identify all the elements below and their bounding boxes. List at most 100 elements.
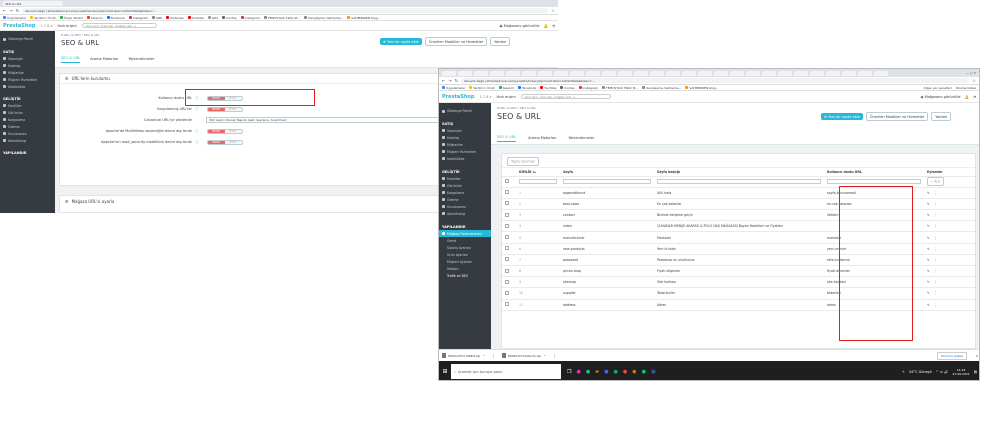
browser-tab[interactable] — [570, 70, 584, 76]
bookmark-item[interactable]: Karşılaşma mahkeme... — [304, 16, 343, 20]
tab-search-engines[interactable]: Arama Motorları — [90, 57, 118, 63]
browser-tab[interactable] — [634, 70, 648, 76]
more-icon[interactable]: ⋮ — [934, 258, 937, 262]
edit-icon[interactable]: ✎ — [927, 280, 930, 284]
avatar[interactable]: ◔ — [973, 95, 976, 99]
mod-security-switch[interactable]: HAYIR EVET — [206, 139, 243, 145]
forward-icon[interactable]: → — [448, 78, 451, 83]
sidebar-item-customers[interactable]: Müşteriler — [439, 141, 491, 148]
chrome-icon[interactable]: ◉ — [632, 369, 636, 375]
select-all-checkbox[interactable] — [505, 179, 509, 184]
bookmark-item[interactable]: instagram — [240, 16, 260, 20]
app-icon[interactable]: ● — [613, 369, 617, 375]
browser-tab[interactable] — [842, 70, 856, 76]
app-icon[interactable]: ● — [623, 369, 627, 375]
tab-redirects[interactable]: Yönlendirmeler — [568, 136, 594, 142]
sidebar-sub-customer-settings[interactable]: Müşteri Ayarları — [439, 258, 491, 265]
browser-tab[interactable] — [602, 70, 616, 76]
sidebar-item-stats[interactable]: İstatistikler — [0, 83, 55, 90]
col-friendly-url[interactable]: Kullanıcı dostu URL — [824, 168, 924, 177]
sidebar-item-advertising[interactable]: Advertising — [439, 210, 491, 217]
bookmark-item[interactable]: Instagram — [128, 16, 148, 20]
filter-id-input[interactable] — [519, 179, 557, 185]
sidebar-item-advertising[interactable]: Advertising — [0, 137, 55, 144]
bookmark-item[interactable]: GBK — [152, 16, 162, 20]
task-view-icon[interactable]: ❐ — [567, 369, 571, 375]
filter-page-input[interactable] — [563, 179, 651, 185]
sidebar-item-payment[interactable]: Ödeme — [439, 196, 491, 203]
browser-tab[interactable] — [762, 70, 776, 76]
star-icon[interactable]: ☆ — [972, 78, 976, 83]
row-checkbox[interactable] — [505, 257, 509, 262]
word-icon[interactable]: ▣ — [651, 369, 656, 375]
sidebar-sub-contact[interactable]: İletişim — [439, 265, 491, 272]
row-checkbox[interactable] — [505, 290, 509, 295]
bookmark-item[interactable]: instagram — [578, 86, 598, 90]
more-icon[interactable]: ⋮ — [934, 291, 937, 295]
left-admin-search[interactable]: ⌕ Ara (örn. ürün adı, müşteri adı...) — [81, 23, 157, 28]
bulk-actions-dropdown[interactable]: Toplu İşlemler — [507, 156, 540, 166]
forward-icon[interactable]: → — [9, 8, 12, 13]
edit-icon[interactable]: ✎ — [927, 258, 930, 262]
back-icon[interactable]: ← — [442, 78, 445, 83]
row-checkbox[interactable] — [505, 268, 509, 273]
bookmark-item[interactable]: TEMUSTAIC TRAC Pr... — [601, 86, 638, 90]
help-button[interactable]: Yardım — [490, 37, 511, 46]
sidebar-sub-general[interactable]: Genel — [439, 237, 491, 244]
more-icon[interactable]: ⋮ — [934, 269, 937, 273]
sidebar-item-orders[interactable]: Siparişler — [439, 127, 491, 134]
sidebar-item-modules[interactable]: Modüller — [0, 102, 55, 109]
view-store-link[interactable]: ◉ Mağazamı görüntüle — [499, 24, 539, 28]
sidebar-item-dashboard[interactable]: Gösterge Paneli — [0, 31, 55, 47]
star-icon[interactable]: ☆ — [551, 8, 555, 13]
browser-tab[interactable] — [474, 70, 488, 76]
bookmark-item[interactable]: hordes — [222, 16, 237, 20]
browser-tab[interactable] — [554, 70, 568, 76]
bookmark-item[interactable]: Yardımcı Ücret — [469, 86, 495, 90]
browser-tab[interactable] — [858, 70, 872, 76]
filter-url-input[interactable] — [827, 179, 921, 185]
sidebar-item-modules[interactable]: Modüller — [439, 175, 491, 182]
more-icon[interactable]: ⋮ — [934, 213, 937, 217]
add-page-button[interactable]: ⊕ Yeni bir sayfa ekle — [380, 38, 422, 45]
bookmark-item[interactable]: Pinterest — [166, 16, 184, 20]
window-controls[interactable]: — ▢ ✕ — [966, 71, 976, 75]
col-page[interactable]: Sayfa — [560, 168, 654, 177]
reading-list[interactable]: Okuma listesi — [956, 86, 976, 90]
tab-search-engines[interactable]: Arama Motorları — [528, 136, 556, 142]
left-url-bar[interactable]: Güvenli değil | atmodadcorp.com/yonetim/… — [22, 8, 549, 13]
help-button[interactable]: Yardım — [931, 112, 952, 121]
sidebar-item-customers[interactable]: Müşteriler — [0, 69, 55, 76]
bookmark-item[interactable]: tasarım — [87, 16, 103, 20]
bookmark-item[interactable]: YouTube — [187, 16, 204, 20]
search-button[interactable]: ⌕ Ara — [927, 177, 945, 187]
browser-tab[interactable] — [490, 70, 504, 76]
row-checkbox[interactable] — [505, 212, 509, 217]
other-bookmarks[interactable]: Diğer yer işaretleri — [924, 86, 952, 90]
bookmark-item[interactable]: GIFs — [207, 16, 218, 20]
right-url-bar[interactable]: Güvenli değil | atmodadcorp.com/yonetim/… — [461, 78, 970, 83]
sidebar-item-catalog[interactable]: Katalog — [439, 134, 491, 141]
multiviews-switch[interactable]: HAYIR EVET — [206, 128, 243, 134]
sidebar-item-international[interactable]: Uluslararası — [0, 130, 55, 137]
sidebar-item-design[interactable]: Görünüm — [0, 109, 55, 116]
sidebar-item-international[interactable]: Uluslararası — [439, 203, 491, 210]
avatar[interactable]: ◔ — [552, 24, 555, 28]
browser-tab[interactable] — [650, 70, 664, 76]
edit-icon[interactable]: ✎ — [927, 191, 930, 195]
edit-icon[interactable]: ✎ — [927, 236, 930, 240]
row-checkbox[interactable] — [505, 201, 509, 206]
browser-tab[interactable] — [794, 70, 808, 76]
quick-access-dropdown[interactable]: Hızlı erişim — [58, 24, 77, 28]
sidebar-item-shipping[interactable]: Kargolama — [0, 116, 55, 123]
browser-tab[interactable] — [458, 70, 472, 76]
app-icon[interactable]: ● — [642, 369, 646, 375]
sidebar-sub-product-settings[interactable]: Ürün Ayarları — [439, 251, 491, 258]
clock[interactable]: 14:15 27.09.2021 — [953, 368, 970, 376]
tab-seo-url[interactable]: SEO & URL — [497, 135, 517, 142]
bookmark-item[interactable]: Yardımcı Ücret — [30, 16, 56, 20]
sidebar-item-customer-service[interactable]: Müşteri Hizmetleri — [439, 148, 491, 155]
col-id[interactable]: KİMLİK ▾▴ — [516, 168, 560, 177]
more-icon[interactable]: ⋮ — [934, 280, 937, 284]
row-checkbox[interactable] — [505, 302, 509, 307]
